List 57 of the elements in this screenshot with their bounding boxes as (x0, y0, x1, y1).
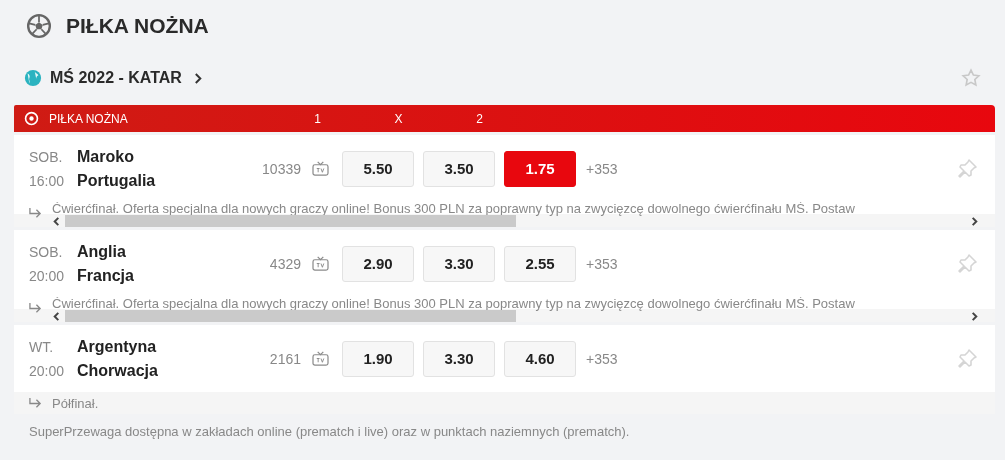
more-bets-link[interactable]: +353 (586, 160, 618, 177)
team-name[interactable]: Chorwacja (77, 361, 237, 380)
match-time: 16:00 (29, 172, 66, 189)
match-day: WT. (29, 338, 77, 355)
pin-icon[interactable] (955, 156, 979, 181)
sport-label: PIŁKA NOŻNA (49, 111, 129, 126)
team-name[interactable]: Anglia (77, 242, 237, 261)
odds-button[interactable]: 5.50 (342, 150, 414, 187)
league-name[interactable]: MŚ 2022 - KATAR (50, 69, 182, 87)
tv-icon (312, 351, 329, 366)
match-day: SOB. (29, 148, 77, 165)
bet-count: 4329 (268, 255, 301, 272)
odds-button[interactable]: 3.50 (423, 150, 495, 187)
team-name[interactable]: Maroko (77, 147, 237, 166)
scroll-right-icon[interactable] (970, 311, 979, 321)
pin-icon[interactable] (955, 251, 979, 276)
bet-count: 10339 (261, 160, 301, 177)
tv-icon (312, 161, 329, 176)
bet-count: 2161 (268, 350, 301, 367)
more-bets-link[interactable]: +353 (586, 350, 618, 367)
globe-icon (24, 69, 42, 87)
soccer-ball-icon (24, 111, 39, 126)
page-title: PIŁKA NOŻNA (66, 14, 209, 38)
chevron-right-icon[interactable] (193, 71, 203, 85)
reply-arrow-icon (28, 396, 43, 410)
scroll-right-icon[interactable] (970, 216, 979, 226)
tv-icon (312, 256, 329, 271)
more-bets-link[interactable]: +353 (586, 255, 618, 272)
horizontal-scrollbar[interactable] (52, 310, 979, 322)
team-name[interactable]: Argentyna (77, 337, 237, 356)
column-header: X (393, 111, 404, 126)
odds-button[interactable]: 2.90 (342, 245, 414, 282)
footer-note: SuperPrzewaga dostępna w zakładach online (prematch i live) oraz w punktach naziemnych (prematch). (29, 424, 631, 439)
scroll-left-icon[interactable] (52, 216, 61, 226)
odds-button[interactable]: 1.75 (504, 150, 576, 187)
soccer-ball-icon (26, 13, 52, 39)
column-header: 2 (475, 111, 484, 126)
match-comment: Półfinał. (52, 396, 100, 410)
match-day: SOB. (29, 243, 77, 260)
match-comment: Ćwierćfinał. Oferta specjalna dla nowych graczy online! Bonus 300 PLN za poprawny typ na zwycięzcę dowolnego ćwierćfinału MŚ. Postaw (52, 297, 856, 310)
team-name[interactable]: Portugalia (77, 171, 237, 190)
odds-button[interactable]: 1.90 (342, 340, 414, 377)
match-time: 20:00 (29, 267, 66, 284)
odds-button[interactable]: 3.30 (423, 340, 495, 377)
match-time: 20:00 (29, 362, 66, 379)
odds-button[interactable]: 3.30 (423, 245, 495, 282)
pin-icon[interactable] (955, 346, 979, 371)
odds-button[interactable]: 2.55 (504, 245, 576, 282)
reply-arrow-icon (28, 207, 43, 220)
reply-arrow-icon (28, 302, 43, 315)
column-header: 1 (313, 111, 322, 126)
team-name[interactable]: Francja (77, 266, 237, 285)
star-icon[interactable] (961, 68, 981, 88)
scroll-left-icon[interactable] (52, 311, 61, 321)
match-comment: Ćwierćfinał. Oferta specjalna dla nowych graczy online! Bonus 300 PLN za poprawny typ na zwycięzcę dowolnego ćwierćfinału MŚ. Postaw (52, 202, 856, 215)
odds-button[interactable]: 4.60 (504, 340, 576, 377)
horizontal-scrollbar[interactable] (52, 215, 979, 227)
